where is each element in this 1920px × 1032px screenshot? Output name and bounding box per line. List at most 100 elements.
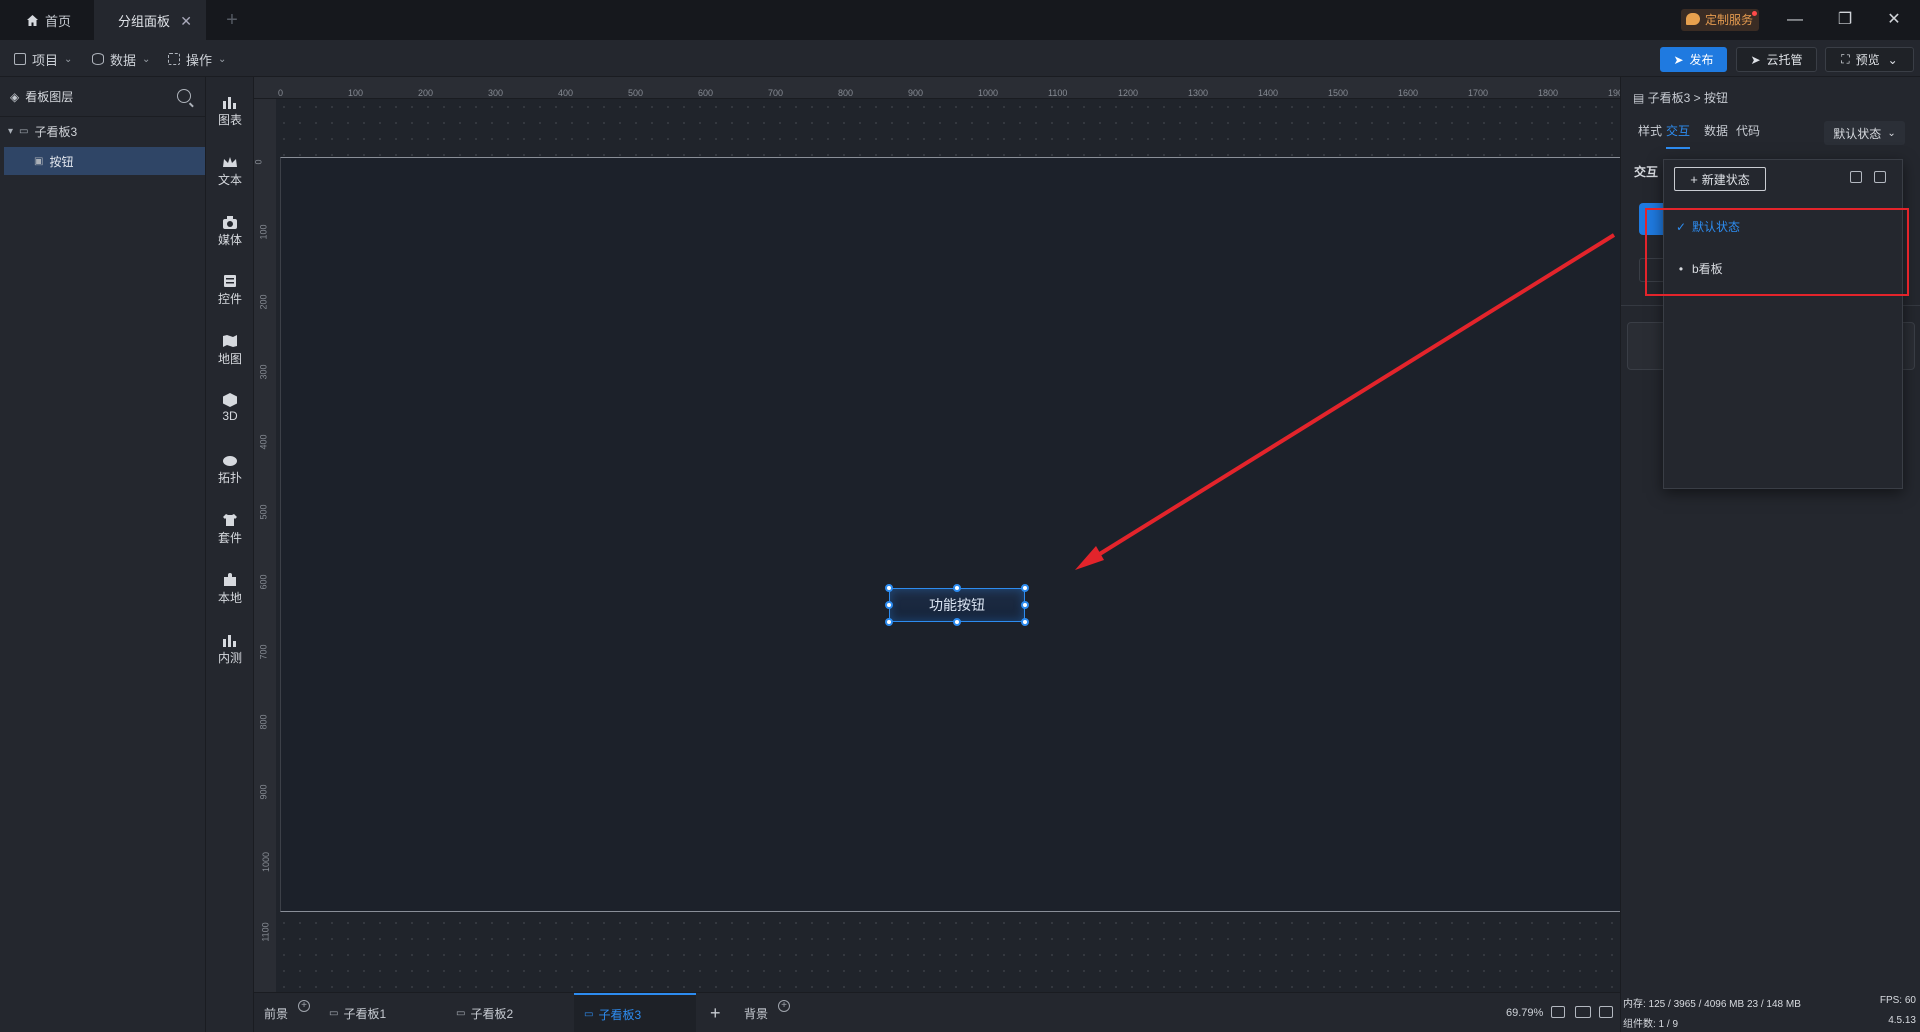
tool-topology[interactable]: 拓扑 (206, 447, 254, 491)
close-icon[interactable]: ✕ (180, 13, 192, 30)
board-canvas[interactable] (280, 157, 1620, 912)
search-icon[interactable] (177, 89, 191, 103)
chevron-down-icon: ⌄ (218, 53, 227, 65)
menu-data-label: 数据 (110, 52, 137, 68)
tool-chart[interactable]: 图表 (206, 89, 254, 133)
add-circle-icon[interactable]: + (298, 1000, 310, 1012)
cloud-hosting-button[interactable]: ➤ 云托管 (1736, 47, 1817, 72)
state-select[interactable]: 默认状态 ⌄ (1824, 121, 1905, 145)
monitor-icon: ▭ (456, 1007, 466, 1019)
ruler-tick-label: 1500 (1328, 88, 1349, 98)
tool-map[interactable]: 地图 (206, 328, 254, 372)
resize-handle-r[interactable] (1021, 601, 1029, 609)
layers-header: ◈ 看板图层 (0, 77, 205, 117)
keyboard-icon[interactable] (1575, 1006, 1591, 1018)
add-board-icon[interactable]: + (710, 993, 721, 1032)
tool-3d[interactable]: 3D (206, 387, 254, 431)
tab-home-label: 首页 (45, 13, 72, 29)
publish-button[interactable]: ➤ 发布 (1660, 47, 1727, 72)
tool-label: 媒体 (217, 233, 242, 247)
layer-item-board[interactable]: ▾ ▭ 子看板3 (4, 117, 205, 145)
document-icon (14, 53, 26, 65)
tab-home[interactable]: 首页 (0, 0, 94, 40)
ruler-horizontal[interactable]: 0 100 200 300 400 500 600 700 800 900 1000 1100 1200… (254, 77, 1628, 99)
resize-handle-bl[interactable] (885, 618, 893, 626)
resize-handle-tr[interactable] (1021, 584, 1029, 592)
tab-group-panel[interactable]: 分组面板 ✕ (94, 0, 206, 40)
tab-sub-board-3[interactable]: ▭ 子看板3 (574, 993, 696, 1032)
tab-group-label: 分组面板 (118, 13, 171, 29)
resize-handle-t[interactable] (953, 584, 961, 592)
camera-icon (223, 216, 237, 229)
function-button-widget[interactable]: 功能按钮 (889, 588, 1025, 622)
ruler-tick-label: 1000 (978, 88, 999, 98)
publish-label: 发布 (1689, 53, 1714, 67)
tool-beta[interactable]: 内测 (206, 627, 254, 671)
tool-label: 拓扑 (217, 471, 242, 485)
menu-operation[interactable]: 操作 ⌄ (168, 50, 226, 68)
ruler-tick-label: 900 (258, 784, 269, 800)
tool-text[interactable]: 文本 (206, 149, 254, 193)
ruler-tick-label: 700 (768, 88, 784, 98)
tab-foreground[interactable]: 前景 (264, 993, 288, 1032)
add-tab-icon[interactable]: + (218, 0, 246, 40)
resize-handle-b[interactable] (953, 618, 961, 626)
board-tabs-bar: 前景 + ▭ 子看板1 ▭ 子看板2 ▭ 子看板3 + 背景 + 69.79% (254, 992, 1620, 1032)
chat-bubble-icon (1686, 13, 1700, 25)
resize-handle-l[interactable] (885, 601, 893, 609)
ruler-tick-label: 200 (418, 88, 434, 98)
resize-handle-tl[interactable] (885, 584, 893, 592)
tab-label: 子看板3 (598, 1007, 642, 1022)
tool-local[interactable]: 本地 (206, 567, 254, 611)
resize-handle-br[interactable] (1021, 618, 1029, 626)
new-state-button[interactable]: + 新建状态 (1674, 167, 1766, 191)
ruler-tick-label: 1400 (1258, 88, 1279, 98)
cube-icon (223, 393, 237, 407)
tab-label: 前景 (264, 1006, 289, 1021)
custom-service-button[interactable]: 定制服务 (1681, 9, 1760, 31)
copy-icon[interactable] (1874, 171, 1886, 183)
ruler-tick-label: 100 (348, 88, 364, 98)
tool-control[interactable]: 控件 (206, 268, 254, 312)
monitor-icon: ▭ (329, 1007, 339, 1019)
tool-label: 图表 (217, 113, 242, 127)
add-circle-icon[interactable]: + (778, 1000, 790, 1012)
tab-sub-board-1[interactable]: ▭ 子看板1 (329, 993, 451, 1032)
ruler-tick-label: 1800 (1538, 88, 1559, 98)
tab-label: 子看板2 (470, 1006, 514, 1021)
tool-media[interactable]: 媒体 (206, 209, 254, 253)
tab-code[interactable]: 代码 (1736, 122, 1760, 147)
edit-icon[interactable] (1850, 171, 1862, 183)
window-close-icon[interactable]: ✕ (1882, 8, 1906, 32)
tab-interaction[interactable]: 交互 (1666, 122, 1691, 149)
restore-icon[interactable]: ❐ (1833, 8, 1857, 32)
notification-dot (1752, 11, 1758, 16)
ruler-tick-label: 1600 (1398, 88, 1419, 98)
crown-icon (223, 157, 237, 167)
ruler-tick-label: 600 (698, 88, 714, 98)
ruler-vertical[interactable]: 0 100 200 300 400 500 600 700 800 900 1000 1100 (254, 99, 276, 992)
ruler-tick-label: 300 (258, 364, 269, 380)
menu-project[interactable]: 项目 ⌄ (14, 50, 72, 68)
tab-style[interactable]: 样式 (1638, 122, 1662, 147)
fps-status: FPS: 60 (1879, 995, 1916, 1006)
tab-background[interactable]: 背景 (744, 993, 768, 1032)
new-state-label: 新建状态 (1701, 172, 1750, 187)
tool-label: 控件 (217, 292, 242, 306)
layer-item-button[interactable]: ▣ 按钮 (4, 147, 205, 175)
minimize-icon[interactable]: — (1783, 8, 1807, 32)
fit-screen-icon[interactable] (1551, 1006, 1565, 1018)
tab-sub-board-2[interactable]: ▭ 子看板2 (456, 993, 578, 1032)
tab-data[interactable]: 数据 (1704, 122, 1728, 147)
ruler-tick-label: 500 (628, 88, 644, 98)
preview-button[interactable]: ⛶ 预览 ⌄ (1825, 47, 1914, 72)
zoom-level[interactable]: 69.79% (1506, 1007, 1543, 1019)
tool-kit[interactable]: 套件 (206, 507, 254, 551)
cloud-hosting-label: 云托管 (1766, 53, 1803, 67)
canvas-workspace[interactable]: 功能按钮 (276, 99, 1620, 992)
menu-data[interactable]: 数据 ⌄ (92, 50, 150, 68)
layer-item-label: 按钮 (49, 154, 74, 169)
ruler-tick-label: 400 (258, 434, 269, 450)
terminal-icon[interactable] (1599, 1006, 1613, 1018)
component-toolbar: 图表 文本 媒体 控件 地图 3D 拓扑 套件 本地 内测 (206, 77, 254, 1032)
